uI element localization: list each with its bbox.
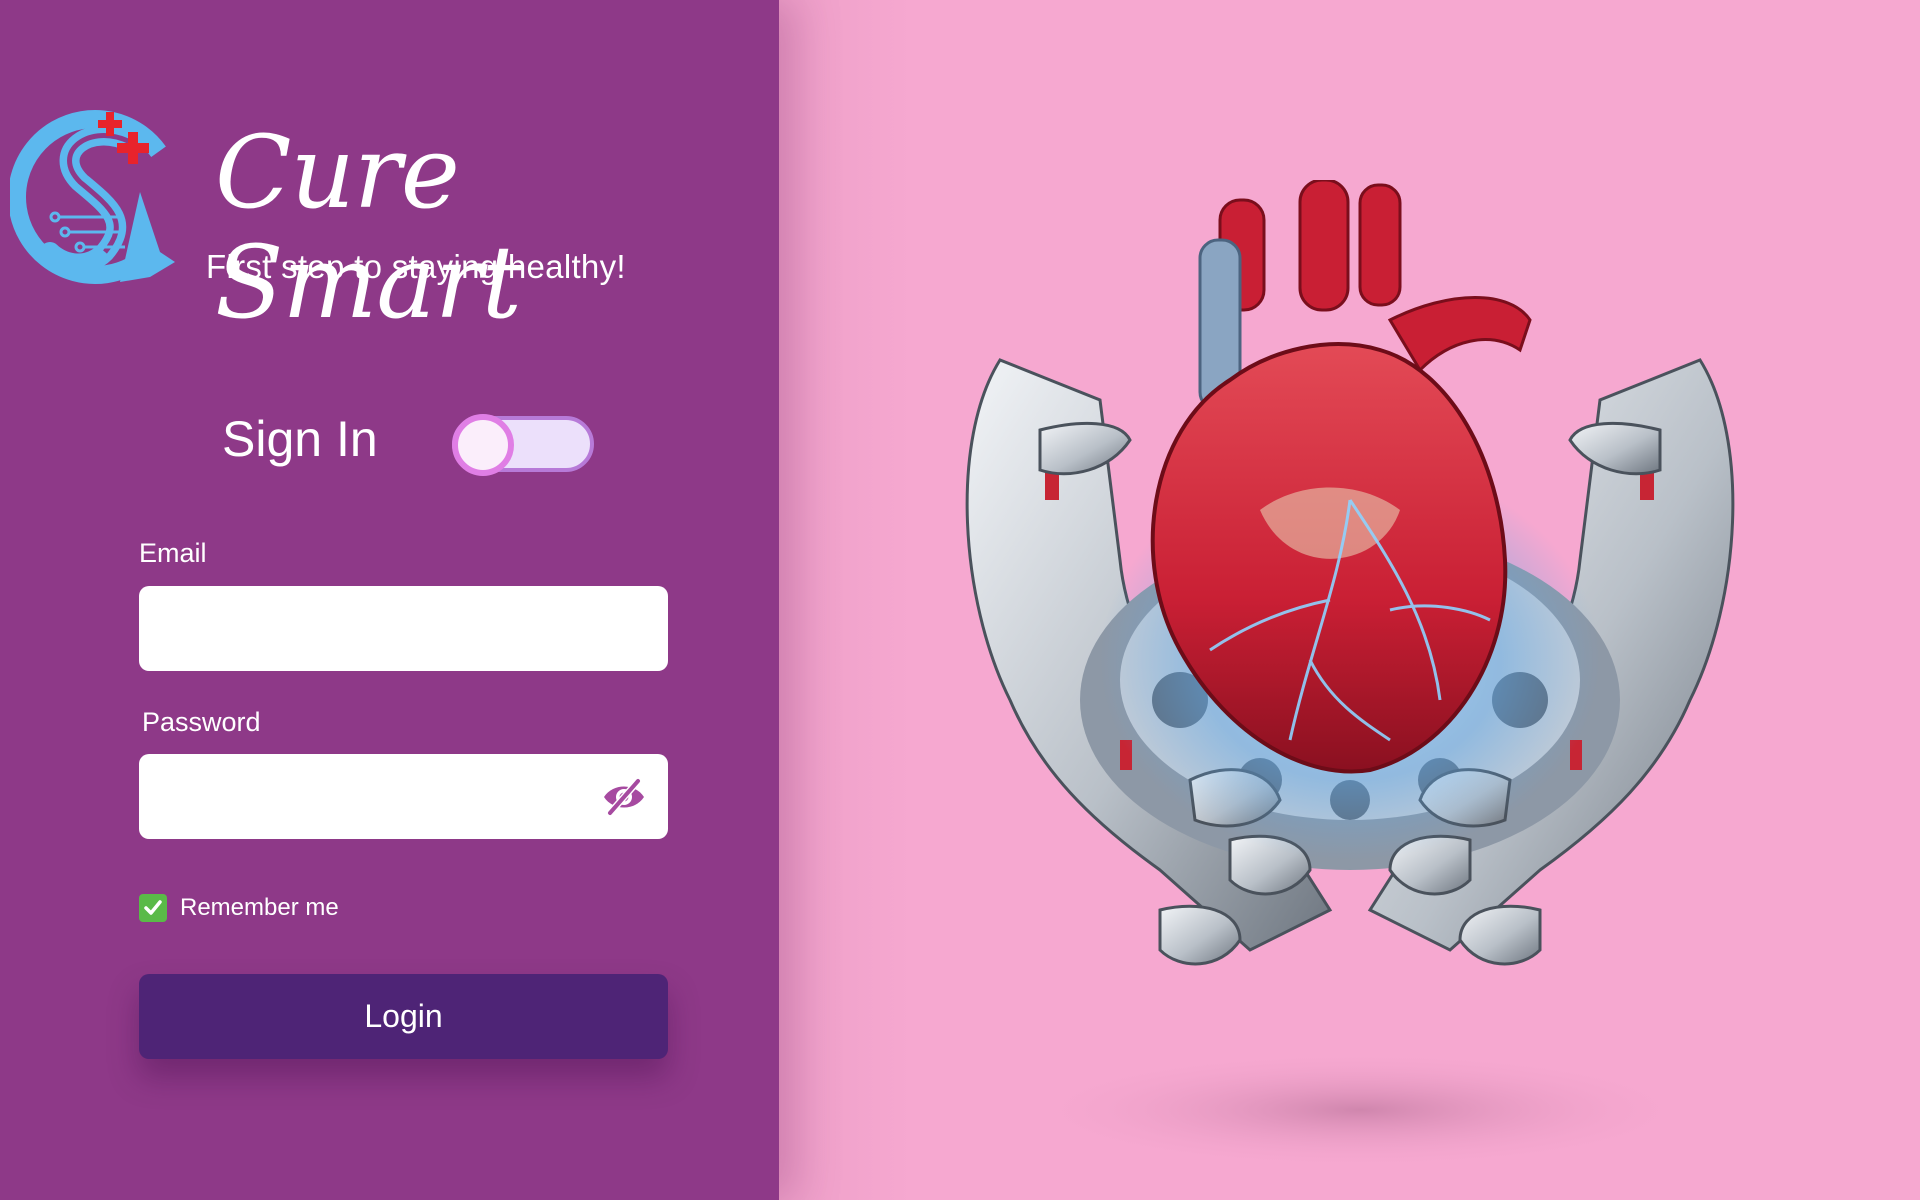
email-field[interactable] bbox=[139, 586, 668, 671]
cure-smart-logo-icon bbox=[10, 110, 182, 284]
login-button[interactable]: Login bbox=[139, 974, 668, 1059]
remember-me-checkbox[interactable]: Remember me bbox=[139, 894, 339, 922]
password-label: Password bbox=[142, 707, 261, 737]
brand-tagline: First step to staying healthy! bbox=[206, 248, 626, 285]
password-field[interactable] bbox=[139, 754, 668, 839]
remember-me-label: Remember me bbox=[180, 894, 339, 921]
signin-toggle[interactable] bbox=[452, 414, 594, 476]
eye-off-icon[interactable] bbox=[601, 777, 647, 817]
toggle-knob bbox=[452, 414, 514, 476]
brand-name: Cure Smart bbox=[215, 114, 522, 341]
login-panel: Cure Smart First step to staying healthy… bbox=[0, 0, 779, 1200]
page-title: Sign In bbox=[222, 411, 378, 467]
checkmark-icon bbox=[139, 894, 167, 922]
email-label: Email bbox=[139, 538, 207, 568]
robot-hands-heart-image bbox=[965, 180, 1735, 1170]
